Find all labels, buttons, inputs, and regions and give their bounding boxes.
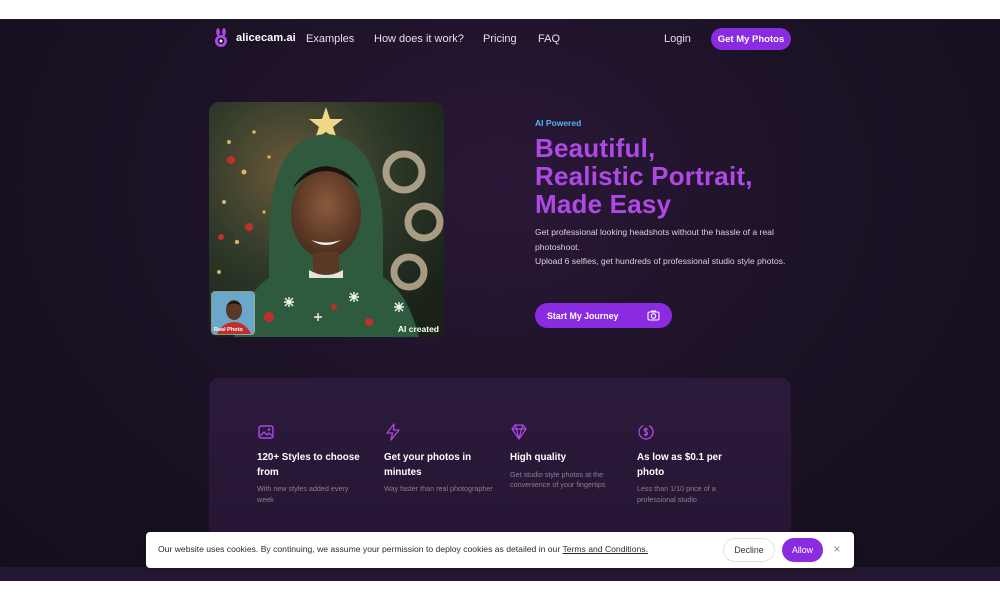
description-line: Upload 6 selfies, get hundreds of profes… [535, 256, 786, 266]
cookie-message: Our website uses cookies. By continuing,… [158, 544, 648, 554]
logo[interactable]: alicecam.ai [212, 28, 296, 48]
feature-styles: 120+ Styles to choose from With new styl… [257, 423, 367, 505]
headline-line: Made Easy [535, 189, 672, 219]
top-nav: alicecam.ai Examples How does it work? P… [0, 19, 1000, 59]
page: alicecam.ai Examples How does it work? P… [0, 19, 1000, 581]
terms-link[interactable]: Terms and Conditions. [562, 544, 648, 554]
dollar-coin-icon [638, 424, 654, 440]
allow-button[interactable]: Allow [782, 538, 823, 562]
features-panel: 120+ Styles to choose from With new styl… [209, 378, 791, 548]
nav-link-examples[interactable]: Examples [306, 33, 354, 45]
feature-title: Get your photos in minutes [384, 452, 472, 478]
camera-icon [647, 310, 660, 321]
cookie-text: Our website uses cookies. By continuing,… [158, 544, 561, 554]
hero-description: Get professional looking headshots witho… [535, 225, 790, 269]
feature-title: 120+ Styles to choose from [257, 452, 360, 478]
nav-link-faq[interactable]: FAQ [538, 33, 560, 45]
ai-created-label: AI created [397, 324, 439, 334]
hero-headline: Beautiful, Realistic Portrait, Made Easy [535, 134, 805, 218]
feature-quality: High quality Get studio style photos at … [510, 423, 620, 491]
get-my-photos-button[interactable]: Get My Photos [711, 28, 791, 50]
real-photo-label: Real Photo [214, 327, 243, 333]
description-line: Get professional looking headshots witho… [535, 227, 774, 252]
headline-line: Realistic Portrait, [535, 161, 753, 191]
login-link[interactable]: Login [664, 33, 691, 45]
feature-title: As low as $0.1 per photo [637, 452, 722, 478]
page-bottom-band [0, 567, 1000, 581]
diamond-icon [511, 424, 527, 440]
start-my-journey-button[interactable]: Start My Journey [535, 303, 672, 328]
real-photo-thumbnail: Real Photo [211, 291, 255, 335]
feature-title: High quality [510, 452, 567, 463]
feature-text: Less than 1/10 price of a professional s… [637, 484, 716, 504]
decline-button[interactable]: Decline [723, 538, 775, 562]
hero-portrait-image: Real Photo AI created [209, 102, 444, 337]
feature-speed: Get your photos in minutes Way faster th… [384, 423, 494, 495]
logo-bunny-icon [215, 28, 227, 47]
close-icon[interactable]: × [830, 542, 844, 556]
feature-text: Get studio style photos at the convenien… [510, 469, 606, 490]
cookie-banner: Our website uses cookies. By continuing,… [146, 532, 854, 568]
start-button-label: Start My Journey [547, 310, 619, 321]
nav-link-how-it-works[interactable]: How does it work? [374, 33, 464, 45]
feature-text: Way faster than real photographer [384, 484, 493, 493]
nav-link-pricing[interactable]: Pricing [483, 33, 517, 45]
feature-text: With new styles added every week [257, 484, 349, 504]
headline-line: Beautiful, [535, 133, 656, 163]
lightning-icon [386, 423, 400, 441]
brand-name: alicecam.ai [236, 32, 296, 44]
feature-price: As low as $0.1 per photo Less than 1/10 … [637, 423, 747, 505]
image-icon [258, 425, 274, 439]
ai-powered-tag: AI Powered [535, 118, 582, 128]
